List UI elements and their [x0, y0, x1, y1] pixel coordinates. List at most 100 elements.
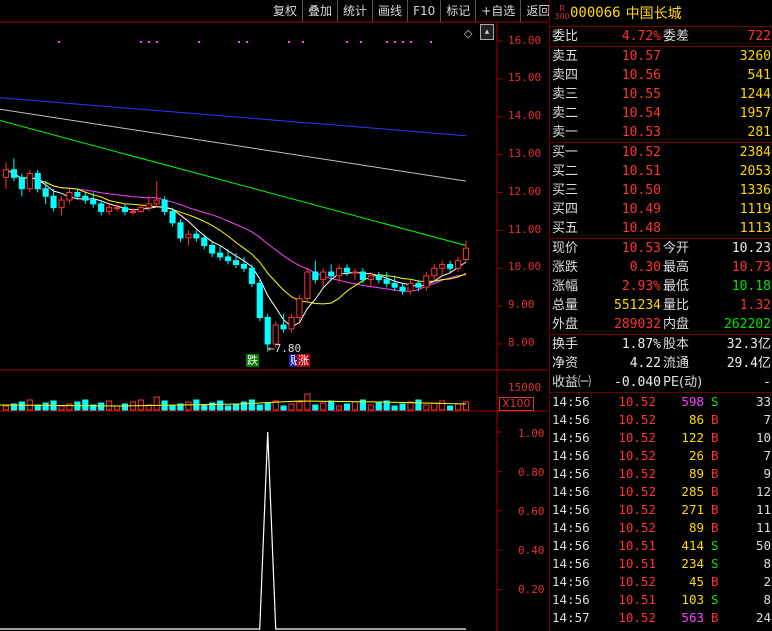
candle-body — [256, 282, 263, 318]
scroll-up-icon[interactable]: ▴ — [480, 24, 494, 40]
ask-volume: 3260 — [739, 49, 771, 64]
stat-row: 现价 10.53 今开 10.23 — [550, 239, 772, 258]
quote-fundamentals: 换手 1.87% 股本 32.3亿 净资 4.22 流通 29.4亿 收益㈠ -0.040 PE… — [550, 334, 772, 392]
bid-row[interactable]: 买二 10.51 2053 — [550, 162, 772, 181]
ma120-line — [0, 108, 467, 182]
quote-header: R 300 000066 中国长城 — [550, 0, 772, 27]
tick-row: 14:56 10.51 414 S 50 — [550, 537, 772, 555]
bid-row[interactable]: 买五 10.48 1113 — [550, 219, 772, 238]
bid-label: 买二 — [552, 164, 579, 179]
volume-bar — [169, 405, 176, 411]
tick-volume: 414 — [681, 538, 704, 553]
volume-bar — [121, 403, 129, 411]
ask-row[interactable]: 卖二 10.54 1957 — [550, 104, 772, 123]
candle-body — [129, 210, 136, 213]
fuquan-button[interactable]: 复权 — [268, 0, 302, 22]
signal-dot — [148, 41, 150, 43]
tick-side: S — [711, 538, 719, 553]
add-watchlist-button[interactable]: +自选 — [475, 0, 520, 22]
signal-dot — [246, 41, 248, 43]
overlay-button[interactable]: 叠加 — [302, 0, 337, 22]
kline-chart[interactable] — [0, 0, 548, 631]
candle-body — [264, 316, 271, 345]
volume-bar — [256, 404, 263, 411]
tick-row: 14:56 10.52 86 B 7 — [550, 411, 772, 429]
ask-price: 10.56 — [621, 68, 661, 83]
signal-dot — [288, 41, 290, 43]
candle-body — [209, 245, 216, 254]
tick-row: 14:56 10.52 89 B 11 — [550, 519, 772, 537]
sub-axis-label: 0.60 — [518, 505, 545, 518]
tick-row: 14:56 10.52 45 B 2 — [550, 573, 772, 591]
chart-toolbar: 复权 叠加 统计 画线 F10 标记 +自选 返回 — [268, 0, 555, 22]
volume-bar — [343, 403, 351, 411]
tick-count: 8 — [763, 556, 771, 571]
candle-body — [399, 286, 406, 292]
f10-button[interactable]: F10 — [407, 0, 440, 22]
candle-body — [26, 173, 33, 190]
tick-time: 14:56 — [552, 448, 590, 463]
weicha-value: 722 — [747, 29, 771, 44]
ask-label: 卖四 — [552, 68, 579, 83]
stock-name: 中国长城 — [625, 6, 682, 22]
candle-body — [201, 237, 208, 247]
volume-bar — [415, 399, 422, 411]
tick-side: B — [711, 466, 719, 481]
ask-volume: 541 — [747, 68, 771, 83]
volume-bar — [264, 402, 271, 411]
candle-body — [82, 195, 89, 201]
sub-axis-label: 0.80 — [518, 466, 545, 479]
tick-list[interactable]: 14:56 10.52 598 S 33 14:56 10.52 86 B 7 14:56 10.52… — [550, 392, 772, 627]
ask-row[interactable]: 卖四 10.56 541 — [550, 66, 772, 85]
tick-volume: 89 — [688, 520, 704, 535]
volume-bar — [296, 401, 303, 411]
ask-row[interactable]: 卖三 10.55 1244 — [550, 85, 772, 104]
ask-row[interactable]: 卖五 10.57 3260 — [550, 47, 772, 66]
tick-time: 14:56 — [552, 520, 590, 535]
signal-dot — [140, 41, 142, 43]
tick-row: 14:56 10.52 285 B 12 — [550, 483, 772, 501]
bid-row[interactable]: 买三 10.50 1336 — [550, 181, 772, 200]
price-axis-label: 14.00 — [508, 109, 542, 122]
price-axis-label: 11.00 — [508, 223, 542, 236]
stat-row: 换手 1.87% 股本 32.3亿 — [550, 335, 772, 354]
candle-body — [312, 271, 319, 281]
ask-volume: 1244 — [739, 87, 771, 102]
tick-volume: 103 — [681, 592, 704, 607]
candle-body — [177, 222, 184, 239]
candle-body — [439, 263, 446, 269]
tick-volume: 26 — [688, 448, 704, 463]
volume-bar — [280, 405, 287, 411]
signal-dot — [302, 41, 304, 43]
ask-price: 10.53 — [621, 125, 661, 140]
board-badge: R 300 — [554, 5, 570, 21]
kline-chart-pane[interactable]: 复权 叠加 统计 画线 F10 标记 +自选 返回 ◇ ▴ 16.00 15.0… — [0, 0, 550, 631]
volume-bar — [137, 399, 144, 411]
price-axis-label: 12.00 — [508, 185, 542, 198]
stat-label: 最低 — [663, 279, 690, 294]
volume-bar — [58, 405, 65, 411]
candle-body — [423, 275, 430, 288]
candle-body — [50, 195, 57, 209]
candle-body — [74, 192, 81, 197]
bid-price: 10.48 — [621, 221, 661, 236]
tick-side: B — [711, 574, 719, 589]
stat-label: 流通 — [663, 356, 690, 371]
tick-time: 14:56 — [552, 466, 590, 481]
volume-bar — [312, 404, 319, 411]
bid-row[interactable]: 买一 10.52 2384 — [550, 143, 772, 162]
mark-button[interactable]: 标记 — [440, 0, 475, 22]
tick-time: 14:56 — [552, 538, 590, 553]
statistics-button[interactable]: 统计 — [337, 0, 372, 22]
tick-volume: 271 — [681, 502, 704, 517]
draw-line-button[interactable]: 画线 — [372, 0, 407, 22]
tick-row: 14:56 10.51 234 S 8 — [550, 555, 772, 573]
candle-body — [336, 267, 343, 277]
bid-row[interactable]: 买四 10.49 1119 — [550, 200, 772, 219]
diamond-icon[interactable]: ◇ — [464, 27, 472, 40]
ask-row[interactable]: 卖一 10.53 281 — [550, 123, 772, 142]
sub-axis-label: 0.20 — [518, 583, 545, 596]
candle-body — [383, 279, 390, 284]
tick-volume: 45 — [688, 574, 704, 589]
tick-volume: 563 — [681, 610, 704, 625]
